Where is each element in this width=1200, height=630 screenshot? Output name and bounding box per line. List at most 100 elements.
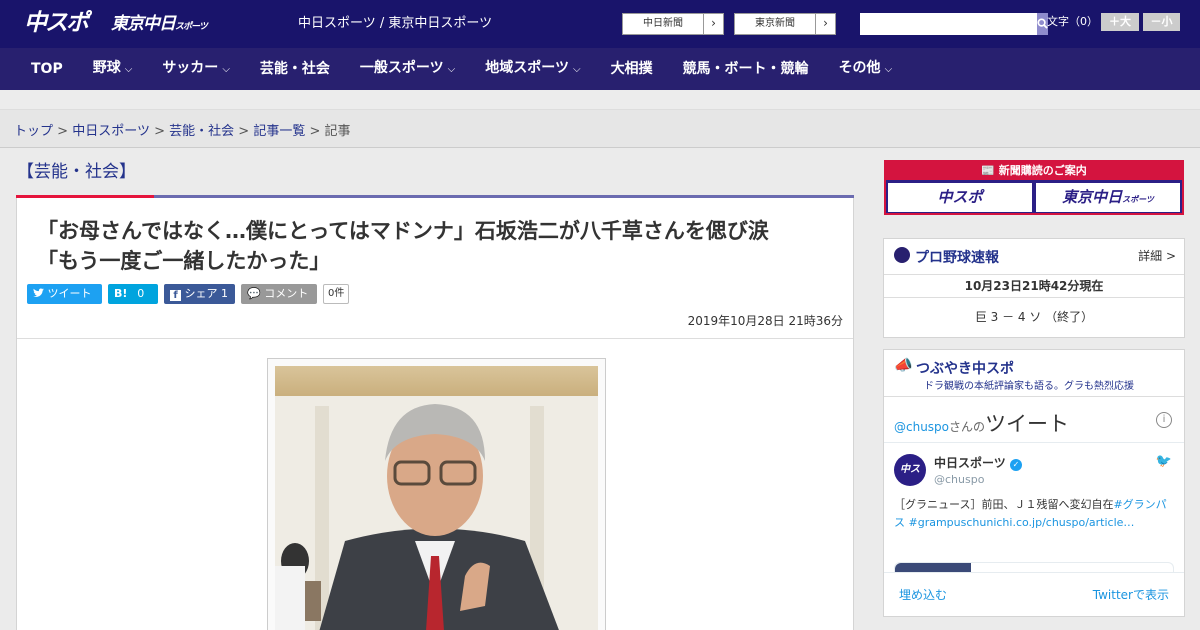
twitter-logo-icon[interactable]: 🐦 [1156,454,1172,469]
subscription-chuspo-logo: 中スポ [888,183,1032,212]
comment-bubble-icon: 💬 [247,287,261,300]
tokyo-logo-sub: スポーツ [175,22,208,32]
baseball-icon [894,247,910,263]
tokyo-shimbun-button[interactable]: 東京新聞 › [734,13,836,35]
nav-top[interactable]: TOP [16,48,78,90]
tokyo-chunichi-logo[interactable]: 東京中日スポーツ [111,11,208,37]
twitter-widget: 📣 つぶやき中スポ ドラ観戦の本紙評論家も語る。グラも熱烈応援 @chuspoさ… [883,349,1185,617]
category-title: 【芸能・社会】 [17,162,136,182]
tweet-text: ［グラニュース］前田、Ｊ１残留へ変幻自在#グランパス #grampuschuni… [894,496,1174,532]
site-header: 中スポ 東京中日スポーツ 中日スポーツ / 東京中日スポーツ 中日新聞 › 東京… [0,0,1200,48]
facebook-share-count: 1 [221,287,228,300]
chunichi-shimbun-button[interactable]: 中日新聞 › [622,13,724,35]
nav-general-sports[interactable]: 一般スポーツ ⌵ [345,47,470,91]
nav-label: 地域スポーツ [485,60,569,76]
nav-label: 競馬・ボート・競輪 [682,61,809,77]
breadcrumb-chuspo[interactable]: 中日スポーツ [72,124,150,139]
chevron-right-icon: › [703,14,723,34]
nav-label: 野球 [92,60,121,76]
chevron-down-icon: ⌵ [124,64,133,75]
ad-spacer [0,90,1200,110]
timeline-tweets-label: ツイート [985,412,1070,436]
headline-line-1: 「お母さんではなく…僕にとってはマドンナ」石坂浩二が八千草さんを偲び涙 [37,219,769,243]
breadcrumb-entertainment[interactable]: 芸能・社会 [169,124,234,139]
chunichi-shimbun-label: 中日新聞 [643,18,683,29]
font-smaller-button[interactable]: －小 [1143,13,1180,31]
breadcrumb-separator: > [309,124,321,139]
hatena-bookmark-button[interactable]: B! 0 [108,284,158,304]
article-photo[interactable] [275,366,598,630]
font-larger-button[interactable]: ＋大 [1101,13,1139,31]
headline-line-2: 「もう一度ご一緒したかった」 [37,249,331,273]
tokyo-logo-main: 東京中日 [111,14,176,34]
subscription-tokyo-main: 東京中日 [1062,188,1123,206]
article-card: 「お母さんではなく…僕にとってはマドンナ」石坂浩二が八千草さんを偲び涙 「もう一… [16,198,854,630]
portrait-illustration [275,396,598,630]
megaphone-icon: 📣 [894,356,913,374]
timeline-footer-divider [884,572,1184,573]
article-headline: 「お母さんではなく…僕にとってはマドンナ」石坂浩二が八千草さんを偲び涙 「もう一… [37,216,837,276]
article-photo-frame [267,358,606,630]
twitter-widget-subtitle: ドラ観戦の本紙評論家も語る。グラも熱烈応援 [924,381,1134,392]
baseball-widget-title: プロ野球速報 [915,250,999,266]
tweet-card-image [895,563,971,572]
timeline-header: @chuspoさんのツイート [894,408,1069,438]
tweet-author-name: 中日スポーツ [934,456,1006,470]
baseball-detail-link[interactable]: 詳細 > [1138,247,1176,264]
twitter-widget-title: つぶやき中スポ [916,361,1014,377]
nav-label: その他 [838,60,881,76]
chevron-right-icon: › [815,14,835,34]
tweet-author[interactable]: 中日スポーツ ✓ [934,454,1022,471]
breadcrumb-article-list[interactable]: 記事一覧 [253,124,305,139]
chevron-down-icon: ⌵ [572,64,581,75]
breadcrumb-separator: > [238,124,250,139]
verified-badge-icon: ✓ [1009,459,1022,471]
subscription-banner[interactable]: 📰 新聞購読のご案内 中スポ 東京中日スポーツ [884,160,1184,215]
breadcrumb: トップ > 中日スポーツ > 芸能・社会 > 記事一覧 > 記事 [0,110,1200,148]
chevron-down-icon: ⌵ [222,64,230,75]
tweet-body: ［グラニュース］前田、Ｊ１残留へ変幻自在 [894,498,1114,511]
comment-button[interactable]: 💬 コメント [241,284,317,304]
timeline-handle-suffix: さんの [949,420,986,434]
tweet-handle[interactable]: @chuspo [934,473,984,486]
chuspo-logo[interactable]: 中スポ [24,8,100,38]
tweet-card-preview[interactable] [894,562,1174,572]
tweet-button[interactable]: ツイート [27,284,102,304]
chuspo-avatar[interactable]: 中ス [894,454,926,486]
baseball-scores-widget: プロ野球速報 詳細 > 10月23日21時42分現在 巨 3 － 4 ソ （終了… [883,238,1185,338]
article-date: 2019年10月28日 21時36分 [687,314,843,328]
nav-label: 一般スポーツ [359,60,444,76]
breadcrumb-top[interactable]: トップ [14,124,53,139]
subscription-title-text: 新聞購読のご案内 [998,164,1087,177]
nav-label: サッカー [162,60,219,76]
tweet-label: ツイート [47,287,92,300]
twitter-divider [884,396,1184,397]
comment-label: コメント [264,287,309,300]
timeline-handle[interactable]: @chuspo [894,420,949,434]
facebook-share-button[interactable]: f シェア 1 [164,284,235,304]
view-on-twitter-link[interactable]: Twitterで表示 [1093,586,1169,603]
subscription-tokyo-logo: 東京中日スポーツ [1036,183,1180,212]
nav-other[interactable]: その他 ⌵ [824,47,908,91]
nav-racing[interactable]: 競馬・ボート・競輪 [668,48,824,90]
embed-link[interactable]: 埋め込む [899,586,947,603]
breadcrumb-separator: > [57,124,69,139]
chevron-down-icon: ⌵ [447,64,456,75]
baseball-score[interactable]: 巨 3 － 4 ソ （終了） [884,308,1184,325]
newspaper-icon: 📰 [981,164,995,177]
search-input[interactable] [860,13,1037,35]
info-icon[interactable]: i [1156,412,1172,428]
nav-sumo[interactable]: 大相撲 [596,48,668,90]
chevron-down-icon: ⌵ [884,64,893,75]
main-nav: TOP 野球 ⌵ サッカー ⌵ 芸能・社会 一般スポーツ ⌵ 地域スポーツ ⌵ 大相撲 … [0,48,1200,90]
nav-soccer[interactable]: サッカー ⌵ [147,47,245,91]
nav-label: TOP [31,61,63,77]
twitter-bird-icon [33,288,44,297]
facebook-icon: f [170,290,181,301]
font-size-label: 文字（0） [1047,15,1098,28]
search-box [860,13,1048,35]
nav-local-sports[interactable]: 地域スポーツ ⌵ [470,47,595,91]
nav-baseball[interactable]: 野球 ⌵ [78,47,148,91]
breadcrumb-separator: > [154,124,165,139]
nav-entertainment[interactable]: 芸能・社会 [245,48,345,90]
